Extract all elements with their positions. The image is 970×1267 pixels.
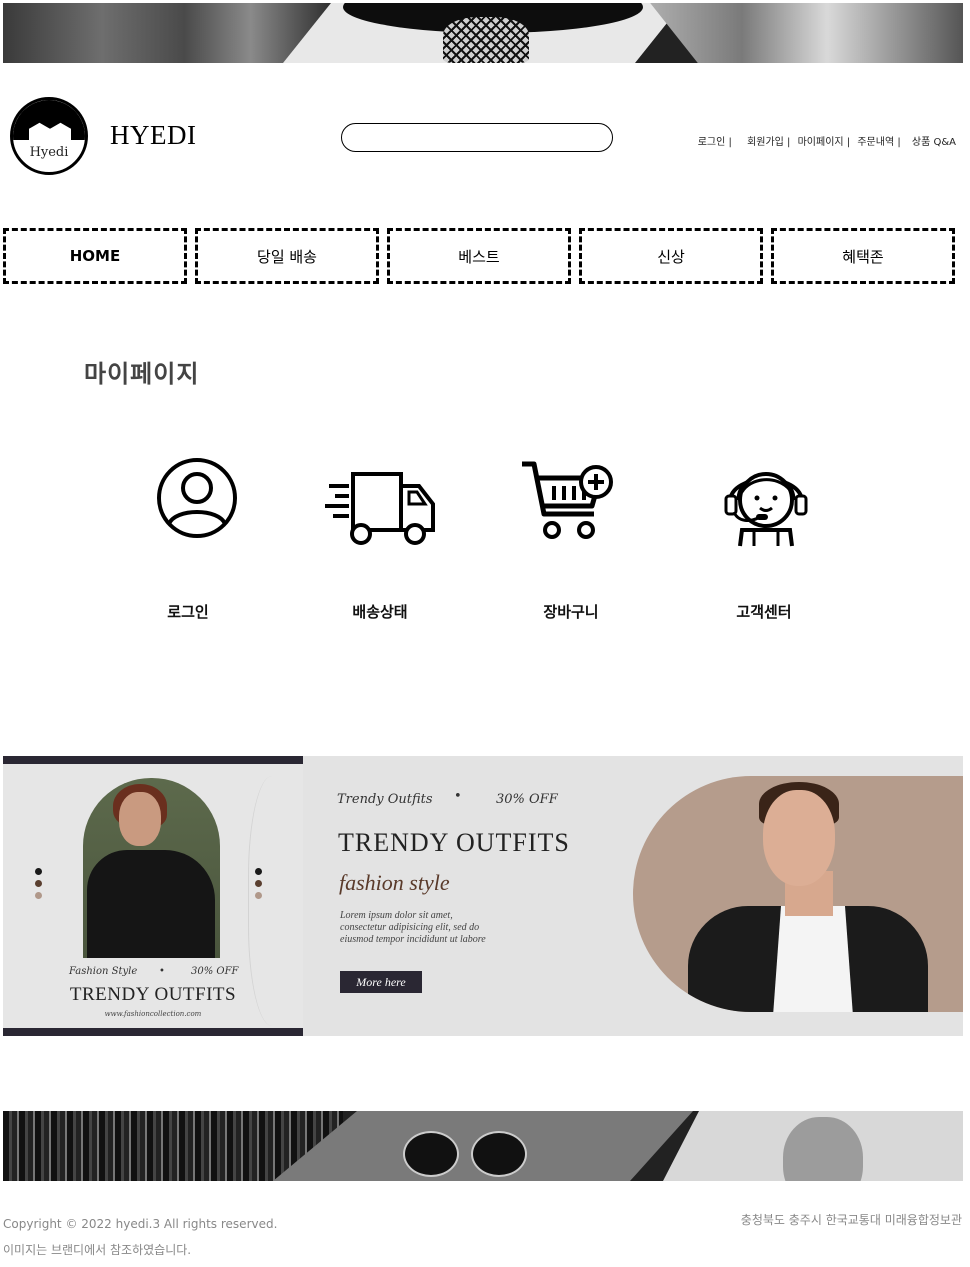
banner-left-url: www.fashioncollection.com	[104, 1010, 202, 1018]
top-links: 로그인 | 회원가입 | 마이페이지 | 주문내역 | 상품 Q&A	[694, 133, 956, 148]
image-credit-text: 이미지는 브랜디에서 참조하였습니다.	[3, 1243, 192, 1257]
nav-item-benefits[interactable]: 혜택존	[771, 228, 955, 284]
banner-mid-body: Lorem ipsum dolor sit amet, consectetur …	[340, 910, 486, 945]
menu-label-support[interactable]: 고객센터	[704, 601, 824, 622]
couple-photo	[650, 3, 963, 63]
login-link[interactable]: 로그인 |	[698, 137, 732, 148]
nav-item-same-day[interactable]: 당일 배송	[195, 228, 379, 284]
nav-item-home[interactable]: HOME	[3, 228, 187, 284]
delivery-truck-icon[interactable]	[323, 468, 439, 552]
qna-link[interactable]: 상품 Q&A	[912, 137, 956, 148]
menu-label-delivery[interactable]: 배송상태	[320, 601, 440, 622]
promo-banner[interactable]: Fashion Style • 30% OFF TRENDY OUTFITS w…	[3, 756, 963, 1036]
banner-model-photo	[633, 776, 963, 1012]
signup-link[interactable]: 회원가입 |	[747, 137, 790, 148]
menu-label-login[interactable]: 로그인	[128, 601, 248, 622]
logo-text: Hyedi	[29, 145, 69, 160]
footer-left: Copyright © 2022 hyedi.3 All rights rese…	[3, 1211, 277, 1263]
main-nav: HOME 당일 배송 베스트 신상 혜택존	[3, 228, 963, 284]
bottom-photo-banner	[3, 1111, 963, 1181]
menu-label-cart[interactable]: 장바구니	[511, 601, 631, 622]
dot-decoration-right	[255, 868, 263, 904]
cart-add-icon[interactable]	[520, 458, 616, 544]
customer-service-icon[interactable]	[720, 456, 812, 548]
footer-address: 충청북도 충주시 한국교통대 미래융합정보관	[740, 1213, 962, 1227]
banner-left-title: TRENDY OUTFITS	[69, 984, 237, 1005]
user-icon[interactable]	[155, 456, 239, 540]
top-photo-banner	[3, 3, 963, 63]
model-photo-arch	[83, 778, 220, 958]
banner-mid-subtitle: fashion style	[339, 870, 450, 895]
search-input[interactable]	[341, 123, 613, 152]
sunglasses-shape	[403, 1131, 533, 1177]
banner-mid-title: TRENDY OUTFITS	[338, 828, 570, 857]
nav-item-best[interactable]: 베스트	[387, 228, 571, 284]
banner-mid-tag-dot: •	[454, 789, 462, 804]
banner-mid-tag-right: 30% OFF	[496, 792, 558, 807]
page-title: 마이페이지	[84, 360, 200, 388]
brand-logo[interactable]: Hyedi	[10, 97, 88, 175]
dot-decoration-left	[35, 868, 43, 904]
more-here-button[interactable]: More here	[340, 971, 422, 993]
street-photo	[3, 3, 333, 63]
brand-name[interactable]: HYEDI	[110, 120, 196, 151]
mypage-link[interactable]: 마이페이지 |	[798, 137, 851, 148]
orders-link[interactable]: 주문내역 |	[857, 137, 900, 148]
veil-shape	[443, 17, 529, 63]
banner-left-panel: Fashion Style • 30% OFF TRENDY OUTFITS w…	[3, 756, 303, 1036]
nav-item-new[interactable]: 신상	[579, 228, 763, 284]
banner-mid-tag-left: Trendy Outfits	[337, 792, 433, 807]
copyright-text: Copyright © 2022 hyedi.3 All rights rese…	[3, 1217, 278, 1231]
